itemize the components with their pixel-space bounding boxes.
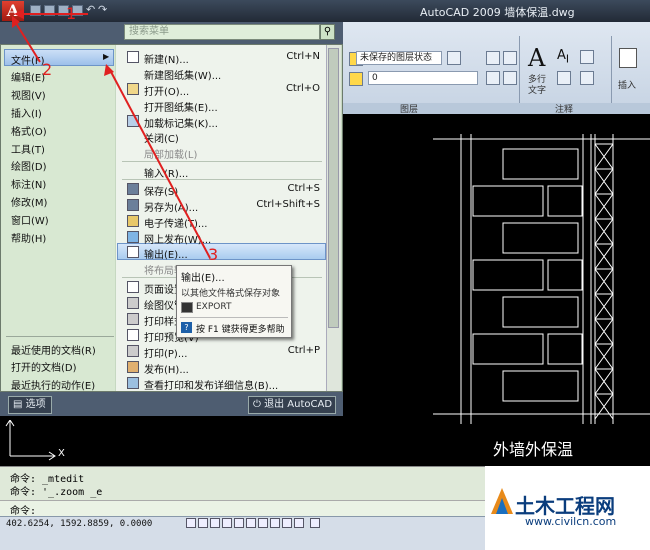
command-line-2: 命令: '_.zoom _e (10, 487, 103, 498)
ribbon (343, 22, 650, 114)
otrack-icon[interactable] (246, 518, 256, 528)
layer-properties-icon[interactable] (447, 51, 461, 65)
model-icon[interactable] (310, 518, 320, 528)
snap-icon[interactable] (186, 518, 196, 528)
single-text-icon[interactable]: AI (557, 48, 569, 66)
annotation-number-3: 3 (208, 245, 219, 264)
layer-tool-4-icon[interactable] (503, 71, 517, 85)
osnap-icon[interactable] (234, 518, 244, 528)
ducs-icon[interactable] (258, 518, 268, 528)
layer-tool-icon[interactable] (486, 51, 500, 65)
lineweight-icon[interactable] (282, 518, 292, 528)
ortho-icon[interactable] (210, 518, 220, 528)
leader-icon[interactable] (580, 71, 594, 85)
multiline-text-label-2: 文字 (528, 86, 547, 96)
layer-dropdown[interactable]: 0 (368, 71, 478, 85)
multiline-text-icon[interactable]: A (528, 44, 545, 72)
annotation-number-1: 1 (66, 4, 77, 23)
polar-icon[interactable] (222, 518, 232, 528)
dyn-icon[interactable] (270, 518, 280, 528)
watermark-logo-icon (491, 488, 513, 514)
grid-icon[interactable] (198, 518, 208, 528)
annotation-number-2: 2 (42, 60, 53, 79)
layer-on-icon[interactable] (349, 72, 363, 86)
ribbon-panel-titles (343, 103, 650, 114)
insert-block-icon[interactable] (619, 48, 637, 68)
ucs-x-label: X (58, 448, 65, 459)
qp-icon[interactable] (294, 518, 304, 528)
layer-state-dropdown[interactable]: 未保存的图层状态 (356, 51, 442, 65)
watermark-url: www.civilcn.com (525, 515, 617, 528)
coordinate-readout: 402.6254, 1592.8859, 0.0000 (6, 519, 153, 529)
drawing-caption: 外墙外保温 (493, 440, 574, 459)
wall-drawing (433, 134, 650, 424)
layer-tool-2-icon[interactable] (486, 71, 500, 85)
table-icon[interactable] (557, 71, 571, 85)
command-input[interactable] (0, 500, 485, 516)
insert-label: 插入 (618, 81, 637, 91)
window-title: AutoCAD 2009 墙体保温.dwg (420, 6, 575, 19)
layer-tool-3-icon[interactable] (503, 51, 517, 65)
command-prompt: 命令: (10, 506, 37, 517)
dimension-icon[interactable] (580, 50, 594, 64)
